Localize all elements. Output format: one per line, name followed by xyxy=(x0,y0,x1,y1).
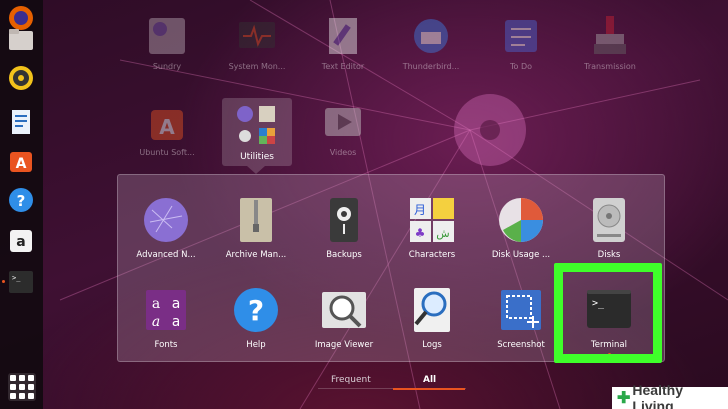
app-label: Transmission xyxy=(584,62,636,71)
app-thunderbird[interactable]: Thunderbird... xyxy=(386,14,476,71)
app-label: Screenshot xyxy=(497,340,545,350)
app-label: Fonts xyxy=(154,340,178,350)
svg-text:A: A xyxy=(16,156,27,172)
terminal-icon[interactable]: >_ xyxy=(5,266,37,298)
text-editor-icon xyxy=(321,14,365,58)
app-sundry[interactable]: Sundry xyxy=(122,14,212,71)
screenshot-icon xyxy=(497,286,545,334)
app-characters[interactable]: 月 ♣ ش Characters xyxy=(388,196,476,260)
help-icon: ? xyxy=(232,286,280,334)
videos-icon xyxy=(321,100,365,144)
ubuntu-software-icon[interactable]: A xyxy=(5,144,37,176)
show-applications-button[interactable] xyxy=(8,373,36,401)
app-help[interactable]: ? Help xyxy=(212,286,300,350)
app-archive-manager[interactable]: Archive Man... xyxy=(212,196,300,260)
app-label: Advanced N... xyxy=(136,250,196,260)
app-disks[interactable]: Disks xyxy=(565,196,653,260)
terminal-highlight-box xyxy=(554,263,662,363)
sundry-folder-icon xyxy=(145,14,189,58)
thunderbird-icon xyxy=(409,14,453,58)
app-label: Ubuntu Soft... xyxy=(139,148,195,157)
tab-all[interactable]: All xyxy=(423,375,436,385)
app-ubuntu-software[interactable]: A Ubuntu Soft... xyxy=(122,100,212,157)
advanced-network-icon xyxy=(142,196,190,244)
backups-icon xyxy=(320,196,368,244)
writer-icon[interactable] xyxy=(5,106,37,138)
app-label: Backups xyxy=(326,250,362,260)
app-label: Disks xyxy=(597,250,621,260)
svg-text:a: a xyxy=(172,314,180,330)
tab-frequent[interactable]: Frequent xyxy=(331,375,371,385)
app-label: Text Editor xyxy=(321,62,365,71)
fonts-icon: aaaa xyxy=(142,286,190,334)
app-label: Videos xyxy=(329,148,357,157)
app-label: Logs xyxy=(422,340,442,350)
svg-text:月: 月 xyxy=(414,203,426,217)
svg-text:ش: ش xyxy=(436,227,449,240)
characters-icon: 月 ♣ ش xyxy=(408,196,456,244)
svg-text:A: A xyxy=(159,115,175,139)
image-viewer-icon xyxy=(320,286,368,334)
ubuntu-software-icon: A xyxy=(145,100,189,144)
app-advanced-network[interactable]: Advanced N... xyxy=(122,196,210,260)
system-monitor-icon xyxy=(235,14,279,58)
app-image-viewer[interactable]: Image Viewer xyxy=(300,286,388,350)
logs-icon xyxy=(408,286,456,334)
transmission-icon xyxy=(588,14,632,58)
app-videos[interactable]: Videos xyxy=(298,100,388,157)
svg-text:>_: >_ xyxy=(12,274,21,282)
disks-icon xyxy=(585,196,633,244)
watermark-text: Healthy Living xyxy=(632,382,683,409)
app-label: Image Viewer xyxy=(314,340,374,350)
todo-icon xyxy=(499,14,543,58)
tab-all-underline xyxy=(393,388,465,390)
dock: A ? a >_ xyxy=(0,0,43,409)
app-disk-usage[interactable]: Disk Usage ... xyxy=(477,196,565,260)
app-logs[interactable]: Logs xyxy=(388,286,476,350)
app-text-editor[interactable]: Text Editor xyxy=(298,14,388,71)
plus-icon: ✚ xyxy=(617,390,631,407)
files-icon[interactable] xyxy=(5,24,37,56)
app-label: System Mon... xyxy=(228,62,286,71)
app-to-do[interactable]: To Do xyxy=(476,14,566,71)
svg-text:a: a xyxy=(16,234,25,250)
svg-text:?: ? xyxy=(248,294,264,327)
utilities-folder-icon xyxy=(237,106,275,144)
app-label: Sundry xyxy=(152,62,182,71)
app-screenshot[interactable]: Screenshot xyxy=(477,286,565,350)
svg-text:a: a xyxy=(172,296,181,312)
app-transmission[interactable]: Transmission xyxy=(565,14,655,71)
svg-text:?: ? xyxy=(17,192,26,210)
app-label: Help xyxy=(246,340,266,350)
help-icon[interactable]: ? xyxy=(5,184,37,216)
app-label: Characters xyxy=(408,250,456,260)
watermark-logo: ✚ Healthy Living xyxy=(612,382,728,409)
app-label: To Do xyxy=(509,62,533,71)
app-fonts[interactable]: aaaa Fonts xyxy=(122,286,210,350)
app-label: Thunderbird... xyxy=(402,62,460,71)
disk-usage-icon xyxy=(497,196,545,244)
svg-text:a: a xyxy=(152,314,160,330)
svg-text:♣: ♣ xyxy=(415,226,426,240)
svg-text:a: a xyxy=(152,296,160,312)
app-label: Archive Man... xyxy=(225,250,287,260)
archive-manager-icon xyxy=(232,196,280,244)
rhythmbox-icon[interactable] xyxy=(5,62,37,94)
app-system-monitor[interactable]: System Mon... xyxy=(212,14,302,71)
amazon-icon[interactable]: a xyxy=(5,225,37,257)
app-label: Disk Usage ... xyxy=(491,250,551,260)
utilities-folder-label: Utilities xyxy=(240,152,274,162)
folder-pointer xyxy=(247,166,265,174)
app-backups[interactable]: Backups xyxy=(300,196,388,260)
